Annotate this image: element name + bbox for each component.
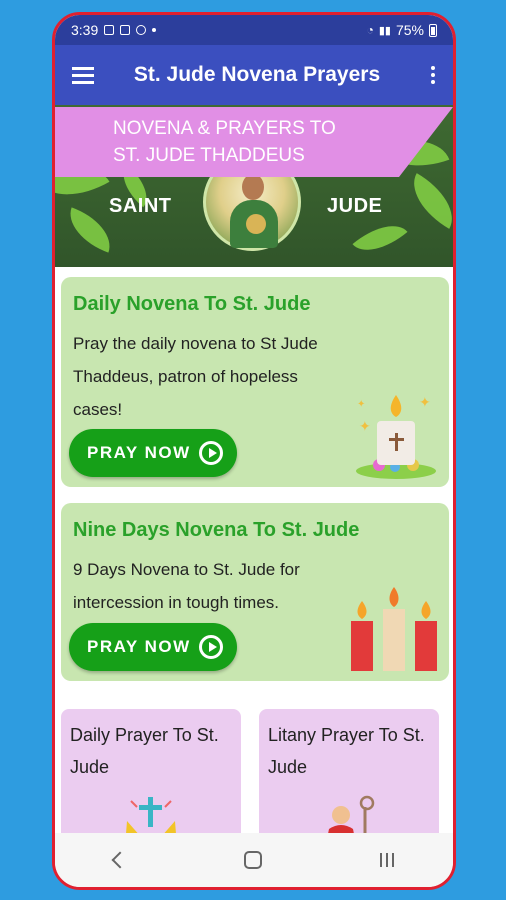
phone-frame: 3:39 ◔ ▮▮ 75% St. Jude Novena Prayers SA… (52, 12, 456, 890)
back-icon[interactable] (111, 851, 129, 869)
play-circle-icon (198, 635, 223, 659)
recent-apps-icon[interactable] (380, 853, 394, 867)
banner-word-jude: JUDE (327, 195, 383, 217)
status-bar: 3:39 ◔ ▮▮ 75% (55, 15, 453, 45)
ribbon-line-2: ST. JUDE THADDEUS (113, 145, 305, 166)
card-description: 9 Days Novena to St. Jude for intercessi… (73, 560, 300, 612)
praying-hands-cross-icon (126, 797, 176, 833)
ribbon-line-1: NOVENA & PRAYERS TO (113, 118, 336, 139)
card-title: Litany Prayer To St. Jude (268, 725, 425, 777)
status-time: 3:39 (71, 22, 99, 38)
notification-icon (136, 25, 147, 35)
hamburger-icon[interactable] (55, 45, 111, 105)
card-description: Pray the daily novena to St Jude Thaddeu… (73, 334, 318, 419)
banner-ribbon-text: NOVENA & PRAYERS TO ST. JUDE THADDEUS (113, 115, 336, 169)
svg-text:✦: ✦ (359, 418, 371, 434)
wifi-icon: ◔ (366, 23, 374, 37)
home-icon[interactable] (244, 851, 262, 869)
app-bar: St. Jude Novena Prayers (55, 45, 453, 105)
svg-text:✦: ✦ (419, 394, 431, 410)
system-nav-bar (55, 833, 453, 887)
more-notifications-icon (152, 28, 157, 32)
card-title: Daily Prayer To St. Jude (70, 725, 219, 777)
three-candles-icon (351, 587, 437, 671)
signal-icon: ▮▮ (378, 24, 391, 37)
card-title: Nine Days Novena To St. Jude (73, 519, 360, 541)
candle-icon: ✦ ✦ ✦ (356, 394, 436, 479)
pray-now-button[interactable]: PRAY NOW (69, 429, 237, 477)
app-title: St. Jude Novena Prayers (133, 63, 381, 86)
more-vert-icon[interactable] (413, 45, 453, 105)
card-title: Daily Novena To St. Jude (73, 293, 311, 315)
svg-text:✦: ✦ (357, 399, 365, 410)
saint-figure-icon (328, 795, 375, 833)
main-content[interactable]: SAINT JUDE NOVENA & PRAYERS TO ST. JUDE … (55, 105, 453, 833)
gallery-icon (104, 25, 115, 35)
play-circle-icon (198, 441, 223, 465)
battery-icon (429, 23, 437, 37)
pray-now-button[interactable]: PRAY NOW (69, 623, 237, 671)
message-icon (120, 25, 131, 35)
battery-percent: 75% (395, 22, 424, 38)
card-litany-prayer[interactable]: Litany Prayer To St. Jude (259, 709, 439, 833)
pray-now-label: PRAY NOW (87, 443, 191, 462)
card-daily-prayer[interactable]: Daily Prayer To St. Jude (61, 709, 241, 833)
pray-now-label: PRAY NOW (87, 637, 191, 656)
card-daily-novena[interactable]: Daily Novena To St. Jude Pray the daily … (61, 277, 449, 487)
banner-word-saint: SAINT (109, 195, 172, 217)
card-nine-days-novena[interactable]: Nine Days Novena To St. Jude 9 Days Nove… (61, 503, 449, 681)
